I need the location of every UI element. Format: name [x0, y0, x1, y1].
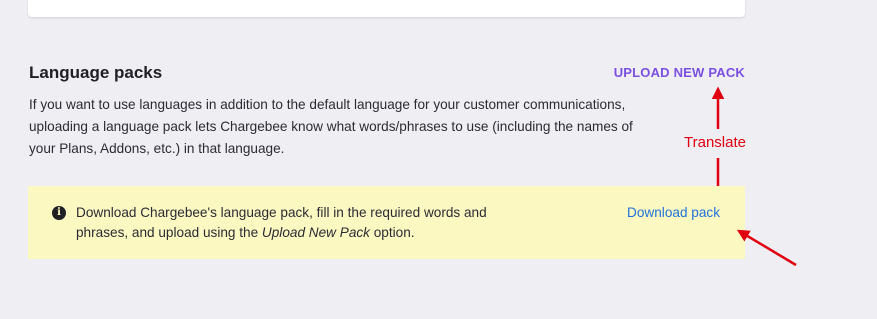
annotation-arrows: [711, 86, 797, 267]
annotation-arrow-diagonal: [736, 229, 797, 267]
